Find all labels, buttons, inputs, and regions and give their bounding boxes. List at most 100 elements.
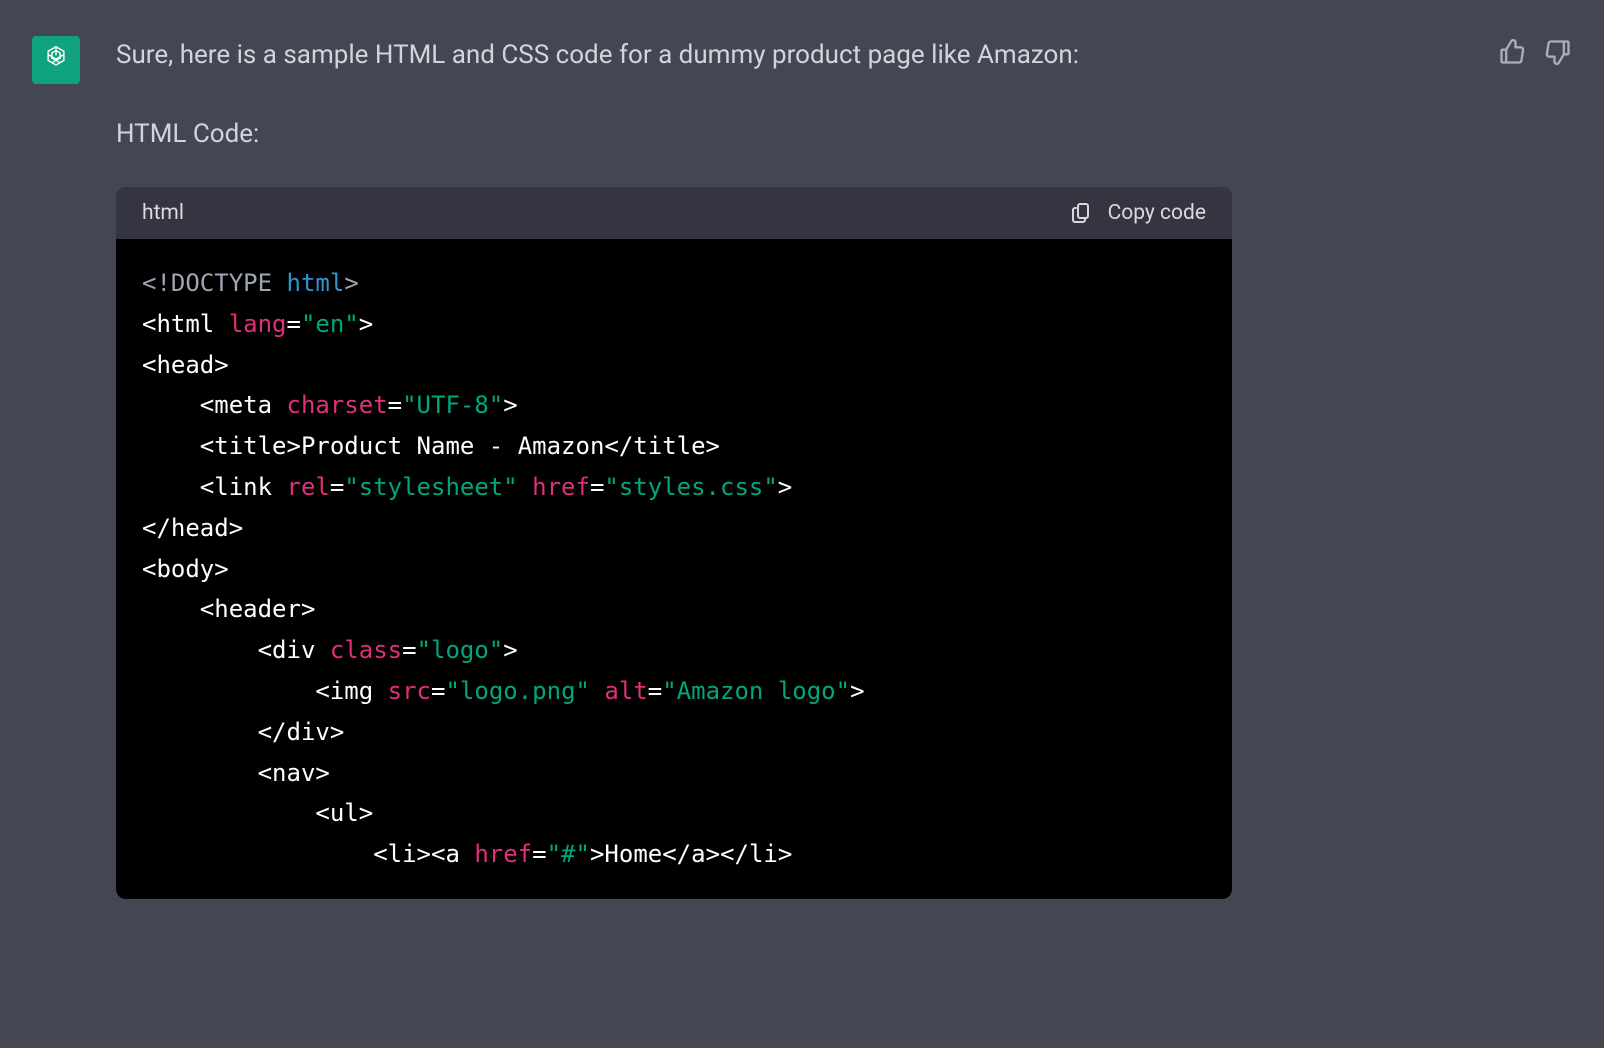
thumbs-down-icon[interactable] [1544,38,1572,66]
code-token: title [633,432,705,460]
openai-logo-icon [39,43,73,77]
code-token: < [258,636,272,664]
code-token: a [445,840,459,868]
code-token: nav [272,759,315,787]
feedback-buttons [1498,38,1572,899]
code-token: < [142,555,156,583]
code-token: div [272,636,315,664]
code-token: "logo" [417,636,504,664]
code-token: "en" [301,310,359,338]
code-token: > [503,391,517,419]
code-token: < [431,840,445,868]
code-block: html Copy code <!DOCTYPE html> <html lan… [116,187,1232,899]
code-token: meta [214,391,272,419]
code-token: = [388,391,402,419]
code-token: < [200,473,214,501]
code-token: < [373,840,387,868]
intro-text: Sure, here is a sample HTML and CSS code… [116,36,1442,75]
code-token: "stylesheet" [344,473,517,501]
code-token: = [330,473,344,501]
code-token: </ [604,432,633,460]
code-token: = [402,636,416,664]
code-token: rel [287,473,330,501]
code-token: div [287,718,330,746]
code-token: > [706,432,720,460]
code-token: </ [142,514,171,542]
code-token: html [287,269,345,297]
code-token: > [344,269,358,297]
code-token: > [359,310,373,338]
code-token: > [590,840,604,868]
code-token: html [156,310,214,338]
section-title: HTML Code: [116,119,1442,149]
code-token: > [214,555,228,583]
code-token: = [648,677,662,705]
code-token: > [330,718,344,746]
code-token: > [315,759,329,787]
code-token: li [749,840,778,868]
assistant-avatar [32,36,80,84]
code-token: Home [604,840,662,868]
code-token: > [229,514,243,542]
code-token: ul [330,799,359,827]
code-token: </ [662,840,691,868]
code-token: < [315,799,329,827]
code-token: link [214,473,272,501]
copy-code-label: Copy code [1108,201,1206,225]
code-token: Product Name - Amazon [301,432,604,460]
code-token: a [691,840,705,868]
code-token: DOCTYPE [171,269,272,297]
code-token: "#" [547,840,590,868]
code-language-label: html [142,201,184,225]
code-block-header: html Copy code [116,187,1232,239]
code-token: li [388,840,417,868]
code-token: > [359,799,373,827]
code-token: </ [720,840,749,868]
copy-code-button[interactable]: Copy code [1070,201,1206,225]
code-token: "UTF-8" [402,391,503,419]
code-token: head [156,351,214,379]
code-token: = [532,840,546,868]
code-token: head [171,514,229,542]
code-token: < [142,310,156,338]
code-token: > [214,351,228,379]
code-token: = [287,310,301,338]
thumbs-up-icon[interactable] [1498,38,1526,66]
code-token: charset [287,391,388,419]
code-token: < [142,351,156,379]
code-token: < [315,677,329,705]
code-token: class [330,636,402,664]
code-token: title [214,432,286,460]
code-token: alt [604,677,647,705]
code-token: "logo.png" [445,677,590,705]
code-token: src [388,677,431,705]
code-body[interactable]: <!DOCTYPE html> <html lang="en"> <head> … [116,239,1232,899]
code-token: < [258,759,272,787]
code-token: > [287,432,301,460]
code-token: body [156,555,214,583]
message-content: Sure, here is a sample HTML and CSS code… [116,36,1442,899]
code-token: < [200,432,214,460]
code-token: = [590,473,604,501]
code-token: </ [258,718,287,746]
code-token: < [200,391,214,419]
code-token: > [503,636,517,664]
code-token: = [431,677,445,705]
code-token: <! [142,269,171,297]
code-token: > [850,677,864,705]
clipboard-icon [1070,201,1094,225]
code-token: "Amazon logo" [662,677,850,705]
assistant-message: Sure, here is a sample HTML and CSS code… [0,0,1604,899]
code-token: > [778,473,792,501]
code-token: href [532,473,590,501]
code-token: < [200,595,214,623]
code-token: header [214,595,301,623]
code-token: > [706,840,720,868]
code-token: img [330,677,373,705]
code-token: href [474,840,532,868]
code-token: > [417,840,431,868]
code-token: > [301,595,315,623]
code-token: "styles.css" [604,473,777,501]
code-token: > [778,840,792,868]
code-token: lang [229,310,287,338]
